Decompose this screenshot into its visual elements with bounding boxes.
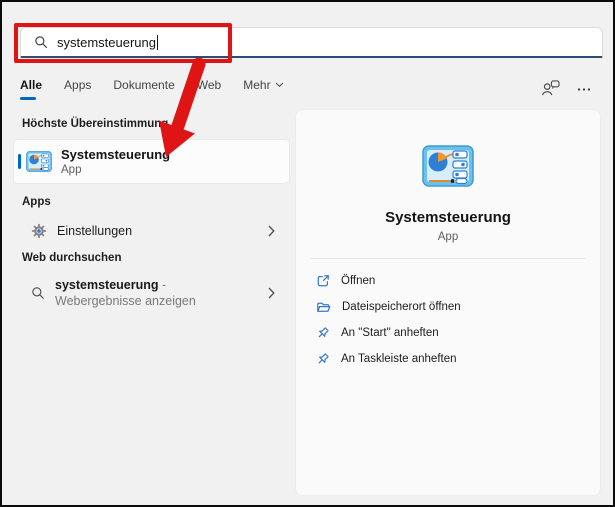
best-match-header: Höchste Übereinstimmung [22,118,169,130]
windows-search-flyout: systemsteuerung Alle Apps Dokumente Web … [0,0,615,507]
apps-header: Apps [22,196,51,208]
settings-label: Einstellungen [57,224,133,238]
control-panel-icon [422,145,474,187]
search-query-text: systemsteuerung [57,34,156,50]
search-input[interactable]: systemsteuerung [57,34,158,50]
account-icon[interactable] [541,80,560,97]
chevron-down-icon [275,82,283,88]
preview-title: Systemsteuerung [385,209,511,226]
search-bar: systemsteuerung [20,27,603,58]
tab-web[interactable]: Web [197,78,221,100]
folder-open-icon [317,302,331,312]
gear-icon [31,223,47,239]
pin-icon [318,327,329,338]
tab-mehr[interactable]: Mehr [243,78,283,100]
tab-alle[interactable]: Alle [20,78,42,100]
preview-panel: Systemsteuerung App Öffnen Dateispeicher… [295,109,601,496]
result-subtitle: App [61,163,82,176]
tab-apps[interactable]: Apps [64,78,91,100]
chevron-right-icon [268,225,275,237]
more-options-icon[interactable] [577,82,591,96]
action-pin-to-taskbar[interactable]: An Taskleiste anheften [316,346,600,372]
action-open-file-location[interactable]: Dateispeicherort öffnen [316,294,600,320]
topbar-icons [541,80,591,97]
search-filter-tabs: Alle Apps Dokumente Web Mehr [20,78,284,100]
result-item-web-search[interactable]: systemsteuerung - Webergebnisse anzeigen [14,271,289,315]
tab-dokumente[interactable]: Dokumente [113,78,174,100]
pin-icon [318,353,329,364]
web-search-header: Web durchsuchen [22,252,122,264]
preview-subtitle: App [437,231,459,243]
web-search-label: systemsteuerung - Webergebnisse anzeigen [55,278,196,308]
open-icon [317,275,329,287]
result-title: Systemsteuerung [61,146,171,162]
action-pin-to-start[interactable]: An "Start" anheften [316,320,600,346]
result-item-einstellungen[interactable]: Einstellungen [14,216,289,246]
action-open[interactable]: Öffnen [316,268,600,294]
text-caret [157,34,158,50]
search-icon [32,287,44,299]
action-list: Öffnen Dateispeicherort öffnen An "Start… [296,259,600,372]
chevron-right-icon [268,287,275,299]
result-item-systemsteuerung[interactable]: Systemsteuerung App [14,140,289,183]
control-panel-icon [26,151,52,172]
selection-accent-bar [18,154,21,169]
search-icon [35,36,48,49]
